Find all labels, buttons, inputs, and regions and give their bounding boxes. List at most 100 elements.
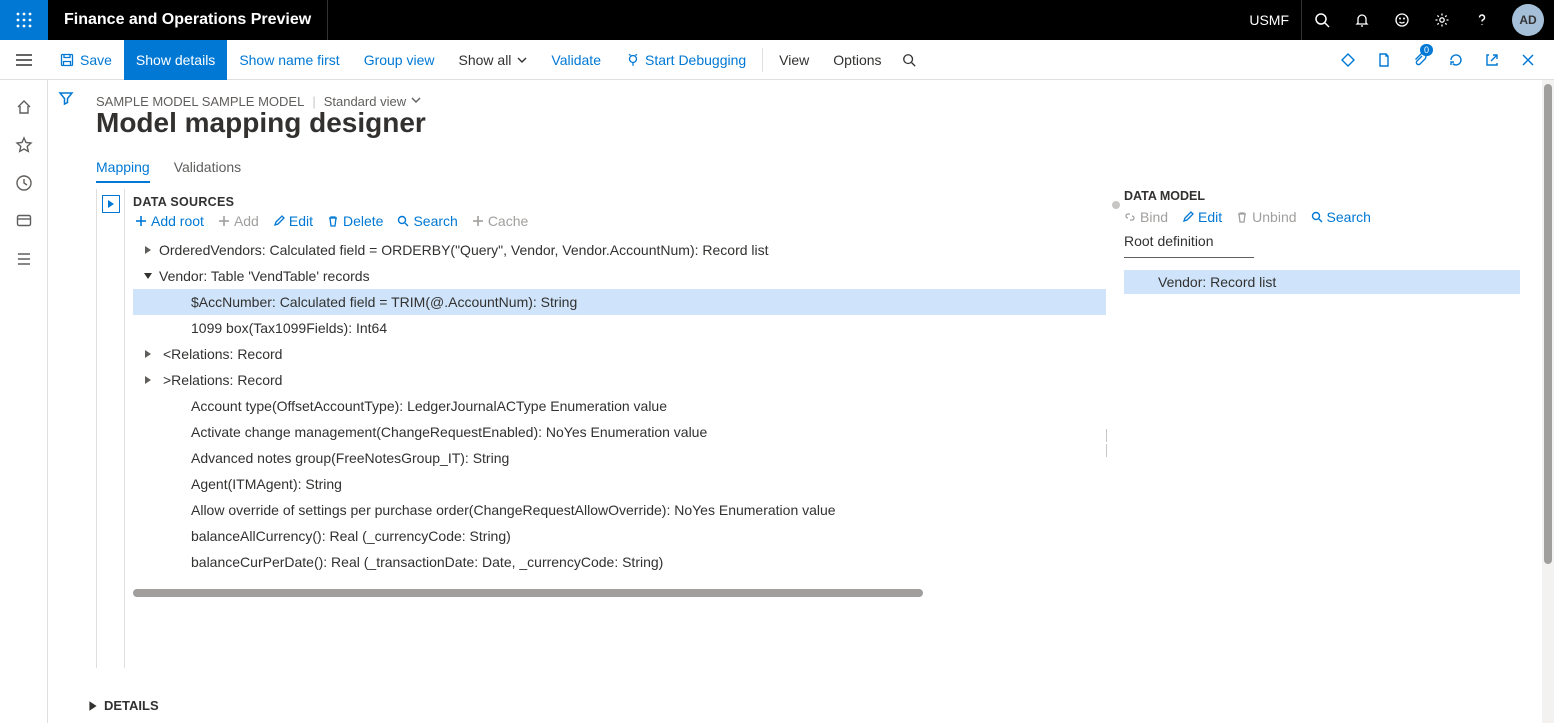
ap-diamond-icon[interactable]: [1330, 40, 1366, 80]
add-button: Add: [218, 213, 259, 229]
show-details-label: Show details: [136, 52, 215, 68]
tree-row-label: Activate change management(ChangeRequest…: [191, 424, 707, 440]
tab-mapping[interactable]: Mapping: [96, 153, 150, 183]
tree-row[interactable]: <Relations: Record: [133, 341, 1106, 367]
legal-entity[interactable]: USMF: [1237, 0, 1302, 40]
tree-row-label: Account type(OffsetAccountType): LedgerJ…: [191, 398, 667, 414]
designer: DATA SOURCES Add root Add: [96, 189, 1542, 668]
search-icon[interactable]: [1302, 0, 1342, 40]
datamodel-title: DATA MODEL: [1124, 189, 1530, 203]
bind-label: Bind: [1140, 209, 1168, 225]
tab-validations[interactable]: Validations: [174, 153, 241, 183]
start-debugging-button[interactable]: Start Debugging: [613, 40, 758, 80]
left-rail: [0, 80, 48, 723]
save-button[interactable]: Save: [48, 40, 124, 80]
show-all-label: Show all: [459, 52, 512, 68]
tree-row[interactable]: OrderedVendors: Calculated field = ORDER…: [133, 237, 1106, 263]
expand-ds-types-button[interactable]: [102, 195, 120, 213]
datasources-body: DATA SOURCES Add root Add: [125, 189, 1106, 668]
tree-row-label: $AccNumber: Calculated field = TRIM(@.Ac…: [191, 294, 577, 310]
tree-row[interactable]: >Relations: Record: [133, 367, 1106, 393]
options-tab[interactable]: Options: [821, 40, 893, 80]
show-all-button[interactable]: Show all: [447, 40, 540, 80]
ds-horizontal-scroll[interactable]: [133, 587, 946, 599]
bind-button: Bind: [1124, 209, 1168, 225]
tree-row[interactable]: balanceCurPerDate(): Real (_transactionD…: [133, 549, 1106, 575]
tree-row[interactable]: Vendor: Table 'VendTable' records: [133, 263, 1106, 289]
ap-close-icon[interactable]: [1510, 40, 1546, 80]
dm-edit-button[interactable]: Edit: [1182, 209, 1222, 225]
ds-search-label: Search: [413, 213, 457, 229]
smile-icon[interactable]: [1382, 0, 1422, 40]
datamodel-column: DATA MODEL Bind Edit Unbind: [1106, 189, 1542, 668]
ap-attach-icon[interactable]: 0: [1402, 40, 1438, 80]
tree-row-label: balanceAllCurrency(): Real (_currencyCod…: [191, 528, 511, 544]
splitter-dot: [1112, 201, 1120, 209]
tree-row[interactable]: Account type(OffsetAccountType): LedgerJ…: [133, 393, 1106, 419]
tree-row-label: OrderedVendors: Calculated field = ORDER…: [159, 242, 769, 258]
show-name-first-button[interactable]: Show name first: [227, 40, 351, 80]
validate-label: Validate: [551, 52, 601, 68]
dm-divider: [1124, 257, 1254, 258]
hamburger-icon[interactable]: [0, 40, 48, 80]
dm-search-label: Search: [1327, 209, 1371, 225]
module-icon[interactable]: [0, 240, 48, 278]
actionpane-search-button[interactable]: [894, 40, 924, 80]
tree-row[interactable]: balanceAllCurrency(): Real (_currencyCod…: [133, 523, 1106, 549]
favorite-icon[interactable]: [0, 126, 48, 164]
tree-row[interactable]: Activate change management(ChangeRequest…: [133, 419, 1106, 445]
save-label: Save: [80, 52, 112, 68]
tree-row[interactable]: $AccNumber: Calculated field = TRIM(@.Ac…: [133, 289, 1106, 315]
tree-row-label: Advanced notes group(FreeNotesGroup_IT):…: [191, 450, 509, 466]
show-details-button[interactable]: Show details: [124, 40, 227, 80]
content: SAMPLE MODEL SAMPLE MODEL | Standard vie…: [48, 80, 1554, 723]
ap-refresh-icon[interactable]: [1438, 40, 1474, 80]
delete-button[interactable]: Delete: [327, 213, 383, 229]
actionpane: Save Show details Show name first Group …: [0, 40, 1554, 80]
attach-count-badge: 0: [1420, 44, 1433, 56]
ap-document-icon[interactable]: [1366, 40, 1402, 80]
ds-search-button[interactable]: Search: [397, 213, 457, 229]
main: SAMPLE MODEL SAMPLE MODEL | Standard vie…: [84, 80, 1542, 723]
help-icon[interactable]: [1462, 0, 1502, 40]
topbar: Finance and Operations Preview USMF AD: [0, 0, 1554, 40]
cache-button: Cache: [472, 213, 528, 229]
dm-search-button[interactable]: Search: [1311, 209, 1371, 225]
unbind-label: Unbind: [1252, 209, 1296, 225]
add-root-label: Add root: [151, 213, 204, 229]
tree-row-label: Agent(ITMAgent): String: [191, 476, 342, 492]
tree-row[interactable]: Agent(ITMAgent): String: [133, 471, 1106, 497]
recent-icon[interactable]: [0, 164, 48, 202]
view-tab[interactable]: View: [767, 40, 821, 80]
show-name-first-label: Show name first: [239, 52, 339, 68]
datamodel-row[interactable]: Vendor: Record list: [1124, 270, 1520, 294]
app-launcher-button[interactable]: [0, 0, 48, 40]
page-scrollbar[interactable]: [1542, 80, 1554, 723]
group-view-button[interactable]: Group view: [352, 40, 447, 80]
bell-icon[interactable]: [1342, 0, 1382, 40]
body: SAMPLE MODEL SAMPLE MODEL | Standard vie…: [0, 80, 1554, 723]
tree-row[interactable]: Advanced notes group(FreeNotesGroup_IT):…: [133, 445, 1106, 471]
unbind-button: Unbind: [1236, 209, 1296, 225]
workspace-icon[interactable]: [0, 202, 48, 240]
tree-row-label: balanceCurPerDate(): Real (_transactionD…: [191, 554, 663, 570]
filter-icon[interactable]: [58, 90, 74, 109]
tree-row[interactable]: 1099 box(Tax1099Fields): Int64: [133, 315, 1106, 341]
ap-popout-icon[interactable]: [1474, 40, 1510, 80]
page-title: Model mapping designer: [96, 107, 1542, 139]
gear-icon[interactable]: [1422, 0, 1462, 40]
add-label: Add: [234, 213, 259, 229]
details-bar[interactable]: DETAILS: [84, 687, 1542, 723]
tree-row[interactable]: Allow override of settings per purchase …: [133, 497, 1106, 523]
home-icon[interactable]: [0, 88, 48, 126]
view-label: View: [779, 52, 809, 68]
edit-button[interactable]: Edit: [273, 213, 313, 229]
app-title: Finance and Operations Preview: [48, 0, 328, 40]
splitter[interactable]: [1100, 429, 1112, 457]
add-root-button[interactable]: Add root: [135, 213, 204, 229]
avatar[interactable]: AD: [1512, 4, 1544, 36]
validate-button[interactable]: Validate: [539, 40, 613, 80]
group-view-label: Group view: [364, 52, 435, 68]
root-definition-label: Root definition: [1124, 233, 1530, 249]
delete-label: Delete: [343, 213, 383, 229]
